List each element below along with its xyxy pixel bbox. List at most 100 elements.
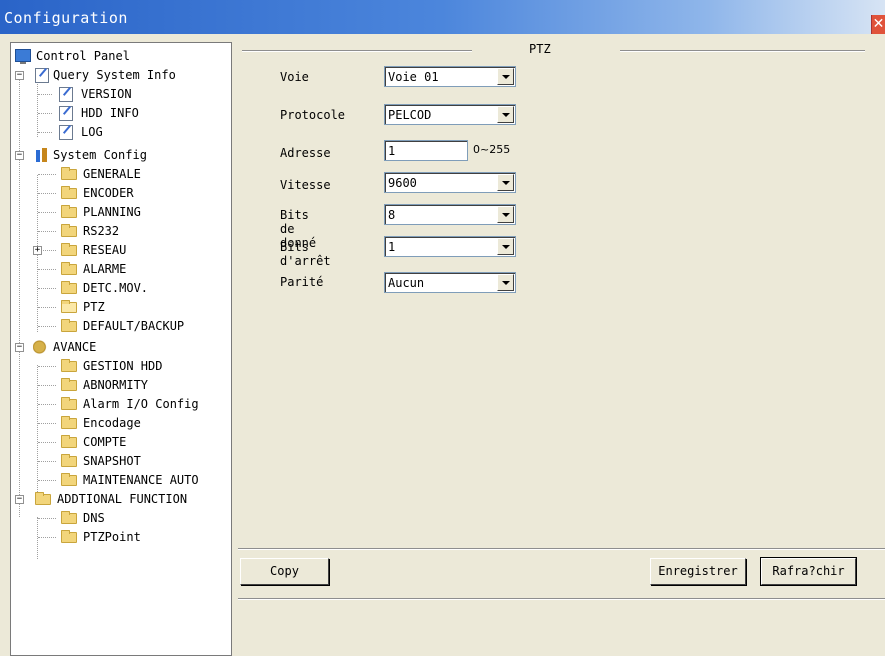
protocole-value: PELCOD — [388, 108, 432, 122]
config-tree[interactable]: Control Panel − Query System Info VERSIO… — [10, 42, 232, 656]
copy-button[interactable]: Copy — [240, 558, 329, 585]
tree-connector — [38, 212, 56, 213]
tree-item-label: ALARME — [83, 262, 127, 276]
chevron-down-icon[interactable] — [497, 274, 514, 291]
tree-connector — [38, 442, 56, 443]
bits-donnees-select[interactable]: 8 — [384, 204, 516, 225]
tree-connector — [37, 81, 38, 137]
tree-item-label: System Config — [53, 148, 147, 162]
voie-select[interactable]: Voie 01 — [384, 66, 516, 87]
title-bar: Configuration ✕ — [0, 0, 885, 34]
tree-connector — [38, 385, 56, 386]
chevron-down-icon[interactable] — [497, 106, 514, 123]
folder-icon — [61, 319, 77, 332]
document-icon — [59, 106, 73, 121]
folder-icon — [61, 397, 77, 410]
tree-item-label: AVANCE — [53, 340, 97, 354]
tree-connector — [38, 193, 56, 194]
refresh-button[interactable]: Rafra?chir — [760, 557, 857, 586]
folder-icon — [61, 454, 77, 467]
tree-item-label: Control Panel — [36, 49, 130, 63]
tree-item-label: DNS — [83, 511, 105, 525]
folder-icon — [61, 186, 77, 199]
tree-connector — [38, 366, 56, 367]
tree-item-label: ADDTIONAL FUNCTION — [57, 492, 188, 506]
folder-icon — [61, 359, 77, 372]
chevron-down-icon[interactable] — [497, 68, 514, 85]
tree-item-label: Query System Info — [53, 68, 176, 82]
tree-connector — [38, 518, 56, 519]
tree-item-label: HDD INFO — [81, 106, 139, 120]
folder-icon — [61, 473, 77, 486]
button-bar-separator — [238, 548, 885, 550]
collapse-icon[interactable]: − — [15, 495, 24, 504]
folder-icon — [61, 205, 77, 218]
tree-connector — [38, 537, 56, 538]
chevron-down-icon[interactable] — [497, 206, 514, 223]
adresse-input[interactable]: 1 — [384, 140, 468, 161]
tree-item-label: GENERALE — [83, 167, 141, 181]
tree-item-label: Alarm I/O Config — [83, 397, 199, 411]
document-icon — [35, 68, 49, 83]
parite-label: Parité — [280, 275, 324, 289]
collapse-icon[interactable]: − — [15, 71, 24, 80]
tree-connector — [38, 326, 56, 327]
ptz-panel: PTZ Voie Voie 01 Protocole PELCOD Adress… — [238, 42, 885, 656]
document-icon — [59, 87, 73, 102]
tree-item-label: DEFAULT/BACKUP — [83, 319, 185, 333]
folder-icon — [61, 167, 77, 180]
save-button[interactable]: Enregistrer — [650, 558, 746, 585]
parite-value: Aucun — [388, 276, 425, 290]
tree-item-label: PTZ — [83, 300, 105, 314]
tree-connector — [38, 307, 56, 308]
tree-connector — [38, 269, 56, 270]
tree-item-label: RS232 — [83, 224, 120, 238]
group-title: PTZ — [529, 42, 551, 56]
vitesse-value: 9600 — [388, 176, 417, 190]
tree-item-label: COMPTE — [83, 435, 127, 449]
vitesse-label: Vitesse — [280, 178, 331, 192]
adresse-label: Adresse — [280, 146, 331, 160]
tree-connector — [38, 423, 56, 424]
tree-connector — [38, 132, 52, 133]
system-config-icon — [35, 148, 49, 163]
folder-icon — [61, 511, 77, 524]
adresse-value: 1 — [388, 144, 396, 158]
vitesse-select[interactable]: 9600 — [384, 172, 516, 193]
chevron-down-icon[interactable] — [497, 238, 514, 255]
expand-icon[interactable]: + — [33, 246, 42, 255]
tree-item-label: MAINTENANCE AUTO — [83, 473, 199, 487]
folder-icon — [35, 492, 51, 505]
bits-arret-select[interactable]: 1 — [384, 236, 516, 257]
tree-connector — [38, 113, 52, 114]
tree-item-label: LOG — [81, 125, 103, 139]
tree-connector — [38, 174, 56, 175]
tree-item-label: Encodage — [83, 416, 141, 430]
tree-connector — [38, 288, 56, 289]
folder-icon — [61, 262, 77, 275]
collapse-icon[interactable]: − — [15, 151, 24, 160]
group-separator — [242, 50, 472, 52]
tree-connector — [38, 461, 56, 462]
close-button[interactable]: ✕ — [871, 15, 885, 34]
bits-arret-value: 1 — [388, 240, 396, 254]
folder-icon — [61, 224, 77, 237]
tree-item-label: PTZPoint — [83, 530, 141, 544]
chevron-down-icon[interactable] — [497, 174, 514, 191]
folder-icon — [61, 281, 77, 294]
document-icon — [59, 125, 73, 140]
tree-connector — [37, 517, 38, 559]
folder-icon — [61, 530, 77, 543]
tree-connector — [38, 94, 52, 95]
footer-separator — [238, 598, 885, 600]
parite-select[interactable]: Aucun — [384, 272, 516, 293]
collapse-icon[interactable]: − — [15, 343, 24, 352]
protocole-select[interactable]: PELCOD — [384, 104, 516, 125]
voie-value: Voie 01 — [388, 70, 439, 84]
tree-connector — [19, 71, 20, 517]
gear-icon — [33, 340, 49, 354]
tree-item-label: ENCODER — [83, 186, 134, 200]
window-title: Configuration — [4, 9, 128, 27]
tree-item-label: DETC.MOV. — [83, 281, 149, 295]
tree-connector — [38, 404, 56, 405]
